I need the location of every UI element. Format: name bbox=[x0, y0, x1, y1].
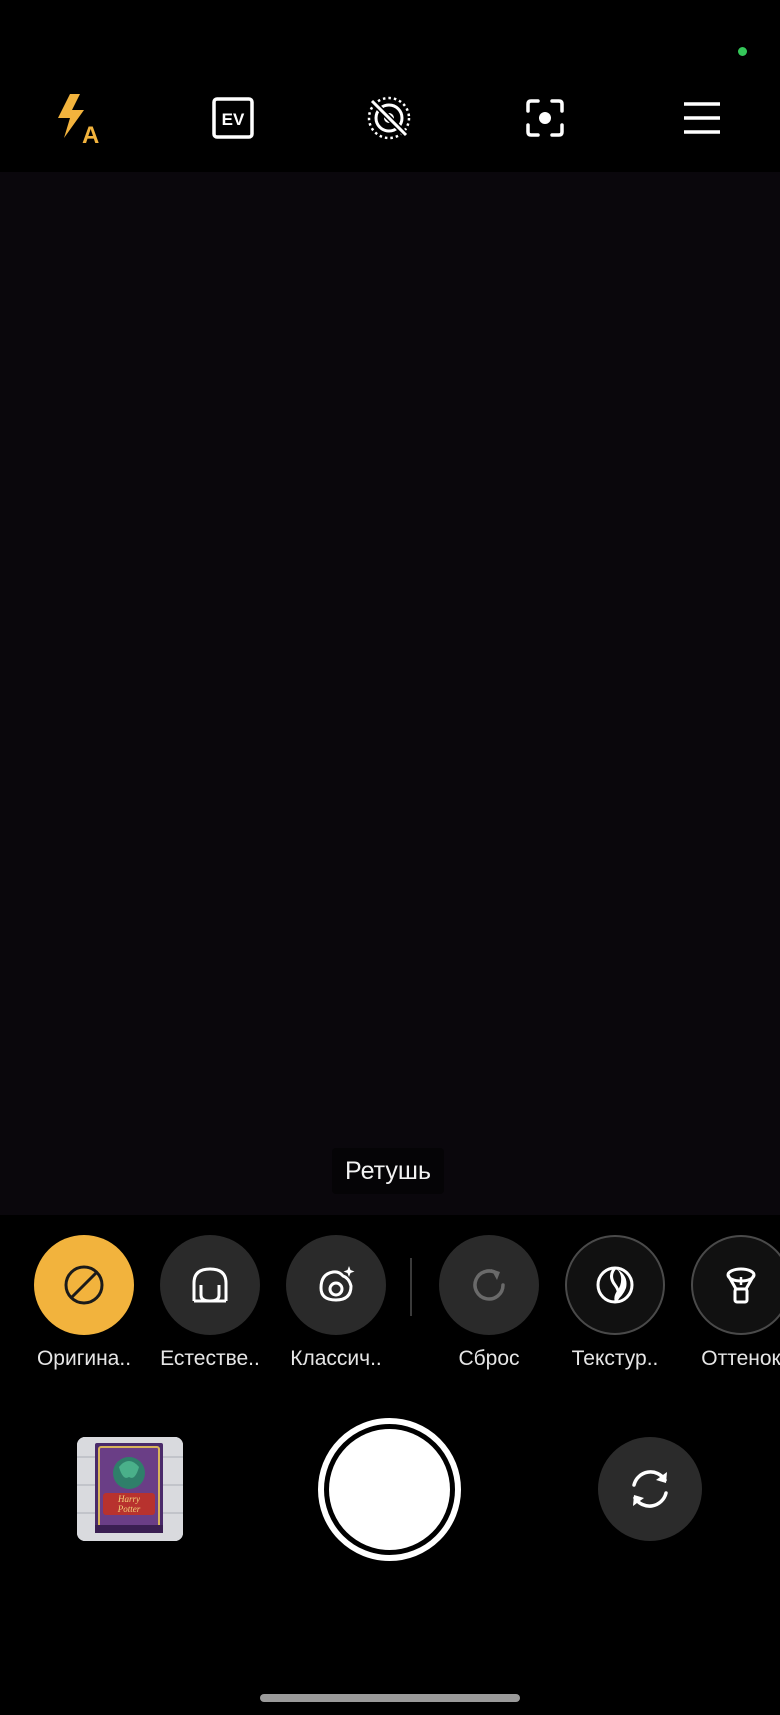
svg-text:A: A bbox=[82, 122, 99, 148]
reset-icon bbox=[473, 1269, 505, 1301]
live-photo-off-icon bbox=[367, 96, 411, 140]
mode-label: Ретушь bbox=[332, 1148, 444, 1194]
gallery-thumbnail[interactable]: Harry Potter bbox=[77, 1437, 183, 1541]
filter-texture-button[interactable] bbox=[565, 1235, 665, 1335]
menu-button[interactable] bbox=[672, 88, 732, 148]
svg-text:Harry: Harry bbox=[117, 1494, 140, 1504]
filter-label: Естестве.. bbox=[160, 1347, 260, 1370]
switch-camera-icon bbox=[632, 1470, 668, 1508]
filter-reset[interactable]: Сброс bbox=[429, 1235, 549, 1371]
shutter-inner bbox=[329, 1429, 450, 1550]
filter-texture[interactable]: Текстур.. bbox=[555, 1235, 675, 1371]
top-toolbar: A EV bbox=[0, 70, 780, 170]
filter-tone-button[interactable] bbox=[691, 1235, 780, 1335]
beauty-filter-row: Оригина.. Естестве.. Классич.. Сброс Тек… bbox=[0, 1215, 780, 1375]
camera-active-indicator bbox=[738, 47, 747, 56]
filter-original-button[interactable] bbox=[34, 1235, 134, 1335]
exposure-ev-icon: EV bbox=[212, 97, 254, 139]
svg-text:Potter: Potter bbox=[117, 1504, 141, 1514]
focus-mode-button[interactable] bbox=[515, 88, 575, 148]
filter-label: Текстур.. bbox=[571, 1347, 659, 1370]
filter-label: Классич.. bbox=[290, 1347, 382, 1370]
filter-label: Сброс bbox=[458, 1347, 520, 1370]
filter-classic-button[interactable] bbox=[286, 1235, 386, 1335]
flash-auto-icon: A bbox=[58, 94, 99, 148]
filter-tone[interactable]: Оттенок bbox=[681, 1235, 780, 1371]
filter-label: Оттенок bbox=[701, 1347, 780, 1370]
flash-auto-button[interactable]: A bbox=[48, 88, 108, 148]
filter-reset-button[interactable] bbox=[439, 1235, 539, 1335]
switch-camera-button[interactable] bbox=[598, 1437, 702, 1541]
texture-icon bbox=[596, 1266, 634, 1304]
home-indicator[interactable] bbox=[260, 1694, 520, 1702]
face-shape-icon bbox=[192, 1267, 228, 1303]
exposure-button[interactable]: EV bbox=[203, 88, 263, 148]
bottom-controls: Harry Potter bbox=[0, 1375, 780, 1715]
shutter-button[interactable] bbox=[318, 1418, 461, 1561]
classic-beauty-icon bbox=[319, 1266, 355, 1302]
live-photo-toggle[interactable] bbox=[359, 88, 419, 148]
filter-label: Оригина.. bbox=[36, 1347, 132, 1370]
menu-icon bbox=[684, 102, 720, 134]
filter-natural-button[interactable] bbox=[160, 1235, 260, 1335]
filter-divider bbox=[410, 1258, 412, 1316]
filter-original[interactable]: Оригина.. bbox=[24, 1235, 144, 1371]
none-icon bbox=[64, 1265, 104, 1305]
book-cover-image: Harry Potter bbox=[77, 1437, 183, 1541]
svg-text:EV: EV bbox=[222, 110, 245, 129]
filter-natural[interactable]: Естестве.. bbox=[150, 1235, 270, 1371]
tone-lamp-icon bbox=[726, 1267, 756, 1304]
focus-target-icon bbox=[526, 99, 564, 137]
camera-viewfinder[interactable] bbox=[0, 172, 780, 1215]
filter-classic[interactable]: Классич.. bbox=[276, 1235, 396, 1371]
